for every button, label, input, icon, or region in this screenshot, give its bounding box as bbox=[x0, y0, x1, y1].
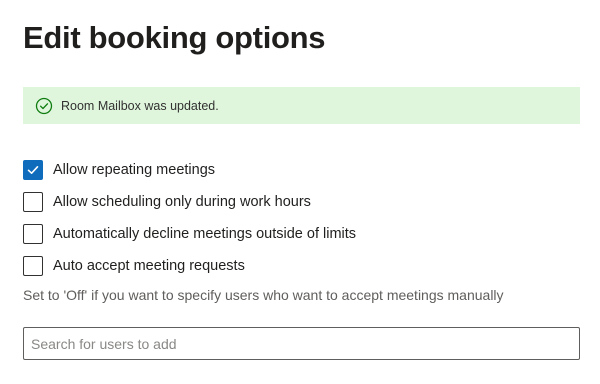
auto-accept-meeting-requests-label: Auto accept meeting requests bbox=[53, 258, 245, 274]
auto-accept-meeting-requests-checkbox[interactable] bbox=[23, 256, 43, 276]
page-title: Edit booking options bbox=[23, 20, 326, 55]
success-notification-banner: Room Mailbox was updated. bbox=[23, 87, 580, 124]
auto-decline-outside-limits-label: Automatically decline meetings outside o… bbox=[53, 226, 357, 242]
option-auto-accept-meeting-requests[interactable]: Auto accept meeting requests bbox=[23, 256, 245, 276]
allow-repeating-meetings-checkbox[interactable] bbox=[23, 160, 43, 180]
notification-message: Room Mailbox was updated. bbox=[61, 98, 219, 113]
auto-accept-hint-text: Set to 'Off' if you want to specify user… bbox=[23, 287, 504, 303]
search-users-input[interactable] bbox=[23, 327, 580, 360]
check-circle-icon bbox=[35, 97, 53, 115]
option-allow-scheduling-work-hours[interactable]: Allow scheduling only during work hours bbox=[23, 192, 311, 212]
checkmark-icon bbox=[27, 166, 39, 174]
option-auto-decline-outside-limits[interactable]: Automatically decline meetings outside o… bbox=[23, 224, 356, 244]
auto-decline-outside-limits-checkbox[interactable] bbox=[23, 224, 43, 244]
allow-repeating-meetings-label: Allow repeating meetings bbox=[53, 162, 216, 178]
allow-scheduling-work-hours-checkbox[interactable] bbox=[23, 192, 43, 212]
option-allow-repeating-meetings[interactable]: Allow repeating meetings bbox=[23, 160, 215, 180]
allow-scheduling-work-hours-label: Allow scheduling only during work hours bbox=[53, 194, 311, 210]
